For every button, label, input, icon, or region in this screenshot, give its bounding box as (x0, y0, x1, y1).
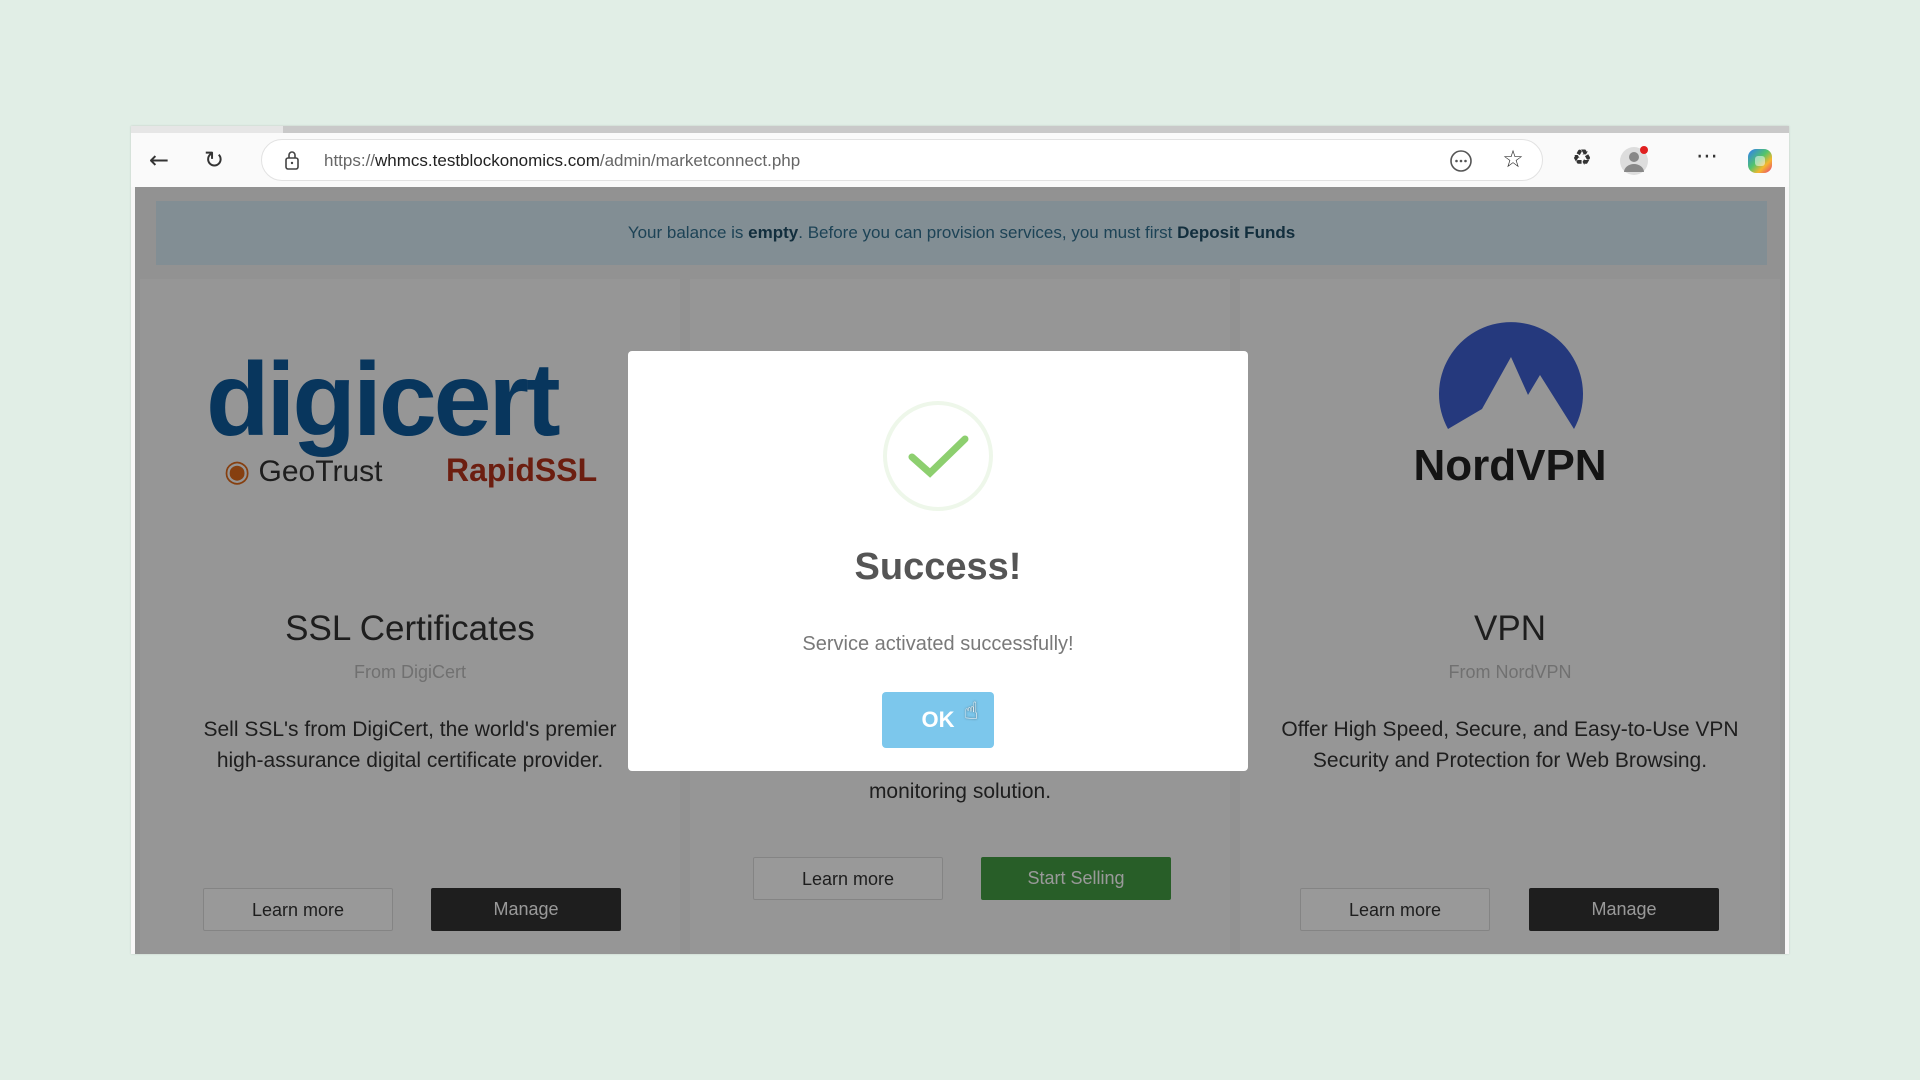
copilot-icon[interactable] (1745, 146, 1775, 176)
tab-strip (131, 126, 1789, 133)
refresh-icon[interactable]: ↻ (198, 148, 230, 172)
address-bar[interactable]: https://whmcs.testblockonomics.com/admin… (261, 139, 1543, 181)
success-check-icon (883, 401, 993, 511)
browser-toolbar: ← ↻ https://whmcs.testblockonomics.com/a… (131, 133, 1789, 187)
active-tab[interactable] (131, 126, 283, 133)
lock-icon (285, 151, 299, 170)
success-dialog: Success! Service activated successfully!… (628, 351, 1248, 771)
url-text[interactable]: https://whmcs.testblockonomics.com/admin… (324, 151, 800, 171)
dialog-title: Success! (854, 546, 1022, 588)
extensions-icon[interactable]: ♻ (1566, 147, 1598, 171)
url-path: /admin/marketconnect.php (599, 151, 801, 170)
back-icon[interactable]: ← (143, 148, 175, 172)
favorite-star-icon[interactable]: ☆ (1497, 147, 1529, 171)
url-prefix: https:// (324, 151, 376, 170)
url-host: whmcs.testblockonomics.com (375, 151, 600, 170)
profile-avatar-icon[interactable] (1619, 145, 1651, 177)
dialog-message: Service activated successfully! (802, 633, 1074, 655)
reader-icon[interactable] (1449, 149, 1473, 173)
pointer-cursor-icon: ☝ (964, 697, 979, 725)
more-icon[interactable]: ⋯ (1691, 145, 1723, 169)
